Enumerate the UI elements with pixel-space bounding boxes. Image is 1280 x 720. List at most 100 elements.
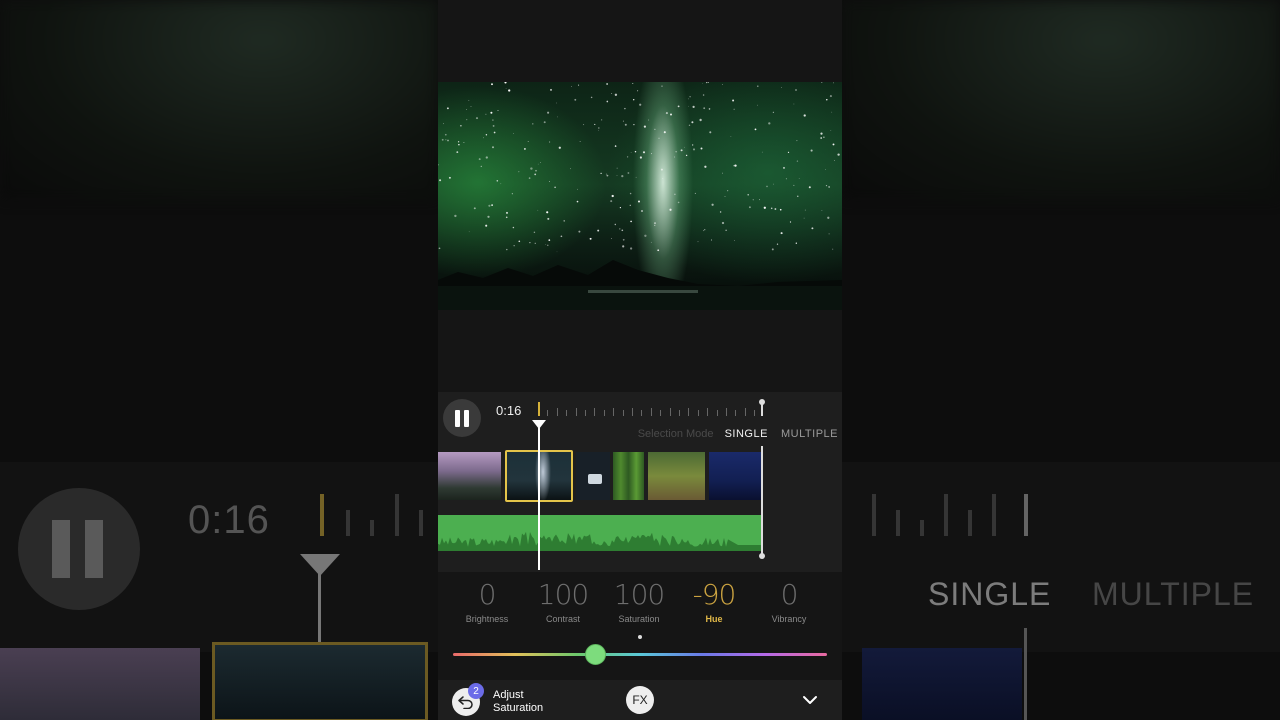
background-thumbnails [0,640,438,720]
star [692,144,694,146]
background-pause-icon [18,488,140,610]
clip-thumbnail[interactable] [648,452,705,500]
star [439,179,442,182]
video-preview[interactable] [438,82,842,310]
star [485,156,488,159]
star [724,196,726,197]
ruler-tick [660,410,662,416]
time-ruler[interactable] [538,399,765,416]
star [555,102,557,104]
star [747,194,749,196]
star [677,201,680,204]
star [634,150,637,153]
background-mode-multiple: MULTIPLE [1092,576,1255,612]
star [687,98,689,100]
star [466,119,468,121]
star [491,204,493,206]
star [637,200,641,203]
fx-button[interactable]: FX [626,686,654,714]
background-sky [0,0,438,200]
star [661,85,663,87]
background-tick [395,494,399,536]
editor-screen: 0:16 Selection Mode SINGLE MULTIPLE 0 Br… [438,0,842,720]
star [787,151,790,154]
background-tick [920,520,924,536]
star [774,208,777,210]
background-tick [1024,494,1028,536]
star [557,116,558,118]
background-thumbnail [0,648,200,720]
mode-single-button[interactable]: SINGLE [725,428,768,440]
star [606,100,609,103]
star [757,85,759,87]
star [670,113,672,116]
brightness-value: 0 [478,578,497,611]
chevron-down-icon[interactable] [802,692,818,708]
star [705,82,708,84]
star [487,215,490,218]
clip-thumbnail[interactable] [709,452,761,500]
star [466,109,467,110]
star [488,204,491,207]
star [597,127,600,129]
background-blur-right: SINGLE MULTIPLE [842,0,1280,720]
current-time: 0:16 [496,403,522,418]
star [537,163,539,165]
star [448,176,451,179]
clip-thumbnail[interactable] [613,452,644,500]
background-tick [872,494,876,536]
star [685,154,688,157]
star [574,98,577,101]
star [456,151,459,154]
star [447,139,449,142]
ruler-tick [575,408,577,416]
selection-mode-label: Selection Mode [637,428,714,440]
clip-thumbnail[interactable] [438,452,501,500]
star [616,167,618,169]
audio-track[interactable] [438,515,763,551]
star [458,143,460,146]
clip-thumbnail[interactable] [576,452,610,500]
star [825,169,826,170]
slider-thumb[interactable] [584,644,606,665]
star [632,83,634,85]
star [540,162,541,163]
playhead[interactable] [532,420,546,570]
star [704,165,707,168]
star [803,217,805,219]
ruler-tick [744,408,746,416]
vibrancy-value: 0 [780,578,799,611]
ruler-tick [585,410,586,416]
star [485,113,487,115]
star [782,166,786,169]
saturation-label: Saturation [618,614,660,624]
star [752,199,754,201]
vibrancy-control[interactable]: 0 Vibrancy [751,578,827,624]
star [648,119,650,121]
star [600,172,602,175]
star [518,171,520,173]
saturation-control[interactable]: 100 Saturation [601,578,677,624]
star [621,174,624,178]
star [642,151,646,154]
star [773,183,774,185]
star [754,128,757,131]
star [444,133,447,136]
vibrancy-label: Vibrancy [771,614,807,624]
hue-label: Hue [705,614,723,624]
star [550,88,552,91]
contrast-control[interactable]: 100 Contrast [525,578,601,624]
pause-button[interactable] [443,399,481,437]
star [768,122,771,125]
mode-multiple-button[interactable]: MULTIPLE [781,428,838,440]
star [798,178,800,179]
star [492,124,495,127]
track-end-marker[interactable] [759,446,765,559]
star [577,188,578,190]
hue-slider[interactable] [453,644,827,665]
hue-control[interactable]: -90 Hue [676,578,752,624]
brightness-control[interactable]: 0 Brightness [449,578,525,624]
star [699,118,702,122]
background-mode-single: SINGLE [928,576,1052,612]
audio-waveform [438,531,763,551]
